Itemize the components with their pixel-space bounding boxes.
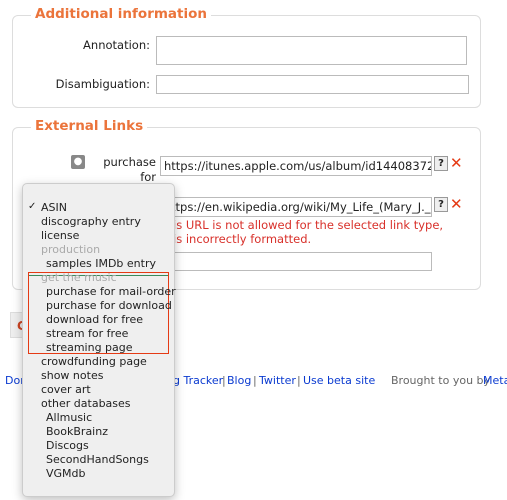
separator: | [297,374,301,387]
twitter-link[interactable]: Twitter [259,374,296,387]
checkmark-icon: ✓ [28,201,37,212]
dropdown-option[interactable]: Discogs [46,439,89,453]
separator: | [222,374,226,387]
dropdown-option[interactable]: ASIN [41,201,67,215]
dropdown-option[interactable]: discography entry [41,215,141,229]
help-button[interactable]: ? [434,197,448,212]
section-title: External Links [31,118,148,134]
meta-link[interactable]: Meta [483,374,507,387]
dropdown-option[interactable]: other databases [41,397,131,411]
disambiguation-label: Disambiguation: [55,77,150,91]
section-title: Additional information [31,6,211,22]
apple-icon: ● [71,155,85,169]
separator: | [253,374,257,387]
help-button[interactable]: ? [434,156,448,171]
dropdown-group-label: production [41,243,101,256]
url-input[interactable]: ttps://en.wikipedia.org/wiki/My_Life_(Ma… [160,197,432,217]
disambiguation-input[interactable] [156,75,469,94]
annotation-textarea[interactable] [156,36,467,65]
bug-tracker-link[interactable]: g Tracker [173,374,223,387]
error-message: is incorrectly formatted. [173,232,312,246]
url-input[interactable]: https://itunes.apple.com/us/album/id1440… [160,156,432,176]
brought-text: Brought to you by [391,374,491,387]
blog-link[interactable]: Blog [227,374,251,387]
remove-link-button[interactable]: ✕ [450,154,463,172]
dropdown-option[interactable]: cover art [41,383,91,397]
dropdown-option[interactable]: show notes [41,369,103,383]
dropdown-option[interactable]: Allmusic [46,411,92,425]
new-url-input[interactable] [160,252,432,271]
dropdown-option[interactable]: VGMdb [46,467,86,481]
dropdown-option[interactable]: SecondHandSongs [46,453,149,467]
dropdown-option[interactable]: crowdfunding page [41,355,147,369]
error-message: is URL is not allowed for the selected l… [173,218,444,232]
dropdown-option[interactable]: streaming page [46,341,133,355]
dropdown-option[interactable]: download for free [46,313,143,327]
link-type-dropdown[interactable]: ASIN ✓ discography entry license production s… [22,183,176,497]
dropdown-group-label: get the music [41,271,117,284]
dropdown-option[interactable]: samples IMDb entry [46,257,156,271]
remove-link-button[interactable]: ✕ [450,195,463,213]
annotation-label: Annotation: [83,38,150,52]
dropdown-option[interactable]: license [41,229,79,243]
dropdown-option[interactable]: purchase for download [46,299,172,313]
dropdown-option[interactable]: stream for free [46,327,128,341]
beta-site-link[interactable]: Use beta site [303,374,375,387]
dropdown-option[interactable]: BookBrainz [46,425,108,439]
dropdown-option[interactable]: purchase for mail-order [46,285,176,299]
